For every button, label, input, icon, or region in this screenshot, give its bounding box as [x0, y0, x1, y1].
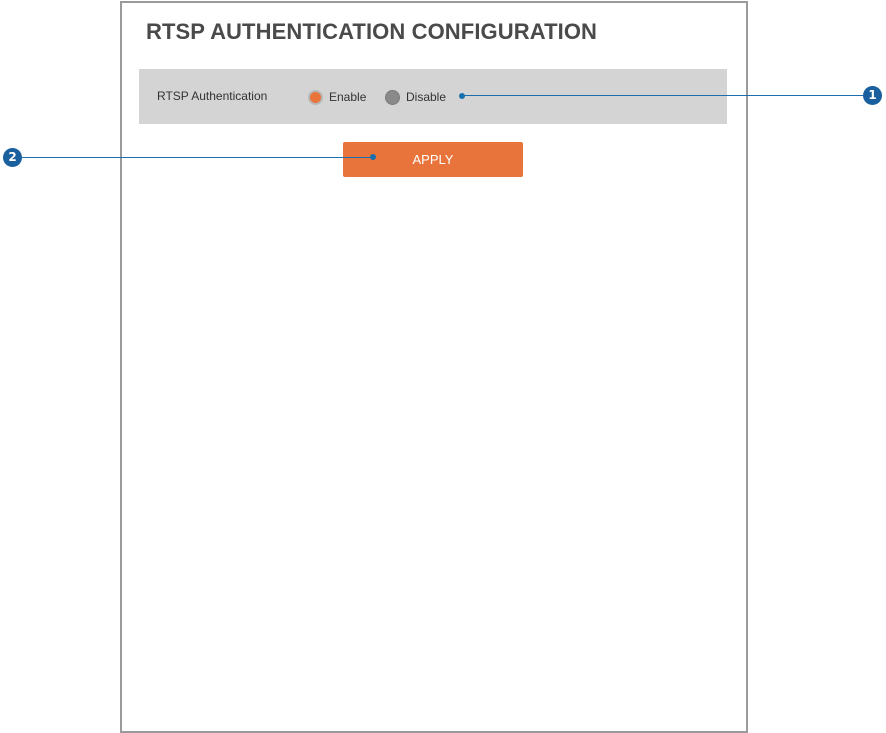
callout-1-badge: 1 — [863, 86, 882, 105]
apply-button[interactable]: APPLY — [343, 142, 523, 177]
config-panel: RTSP AUTHENTICATION CONFIGURATION RTSP A… — [120, 1, 748, 733]
page-title: RTSP AUTHENTICATION CONFIGURATION — [146, 19, 598, 44]
enable-radio-option[interactable]: Enable — [308, 88, 366, 106]
enable-radio-selected-icon[interactable] — [308, 89, 323, 105]
disable-radio-label[interactable]: Disable — [406, 90, 446, 104]
callout-1-leader-line — [462, 95, 866, 96]
rtsp-authentication-row: RTSP Authentication Enable Disable — [139, 69, 727, 124]
callout-2-anchor-dot — [370, 154, 376, 160]
disable-radio-option[interactable]: Disable — [385, 88, 446, 106]
callout-1-anchor-dot — [459, 93, 465, 99]
enable-radio-label[interactable]: Enable — [329, 90, 366, 104]
callout-2-leader-line — [20, 157, 373, 158]
rtsp-authentication-label: RTSP Authentication — [157, 89, 268, 103]
disable-radio-unselected-icon[interactable] — [385, 89, 400, 105]
